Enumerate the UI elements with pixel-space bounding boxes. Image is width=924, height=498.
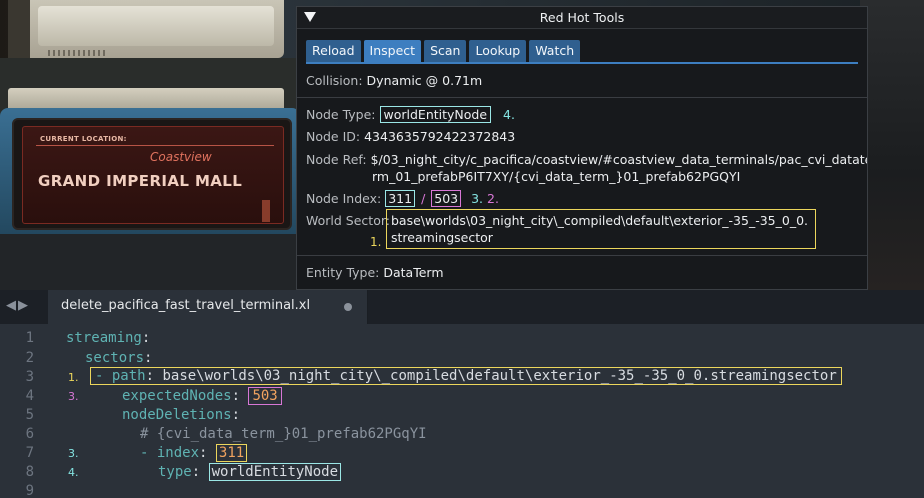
tab-underline: [306, 62, 858, 64]
red-hot-tools-window: Red Hot Tools Reload Inspect Scan Lookup…: [296, 6, 868, 290]
tab-nav-arrows-icon[interactable]: ◀▶: [6, 298, 30, 313]
window-title: Red Hot Tools: [539, 10, 625, 25]
annotation-4: 4.: [68, 466, 79, 479]
line-number: 6: [25, 426, 34, 442]
line-number: 3: [25, 369, 34, 385]
editor-tab-bar: ◀▶ delete_pacifica_fast_travel_terminal.…: [0, 290, 924, 324]
line-number: 7: [25, 445, 34, 461]
line-number: 2: [25, 350, 34, 366]
annotation-4: 4.: [503, 107, 515, 122]
editor-tab[interactable]: delete_pacifica_fast_travel_terminal.xl: [48, 290, 368, 324]
tab-inspect[interactable]: Inspect: [363, 40, 422, 62]
node-ref-line1[interactable]: $/03_night_city/c_pacifica/coastview/#co…: [371, 152, 867, 167]
annotation-2: 2.: [487, 191, 499, 206]
current-location-label: CURRENT LOCATION:: [40, 135, 127, 143]
node-id-row: Node ID: 4343635792422372843: [306, 129, 515, 144]
divider: [297, 97, 867, 98]
world-sector-line2: streamingsector: [391, 230, 493, 245]
node-type-value[interactable]: worldEntityNode: [379, 106, 492, 123]
code-line-7: - index: 311: [140, 444, 248, 462]
background-wall: [860, 0, 924, 290]
tab-reload[interactable]: Reload: [306, 40, 361, 62]
editor-tab-filename: delete_pacifica_fast_travel_terminal.xl: [61, 298, 311, 313]
window-titlebar[interactable]: Red Hot Tools: [297, 7, 867, 29]
code-line-3: - path: base\worlds\03_night_city\_compi…: [90, 367, 842, 385]
node-id-label: Node ID:: [306, 129, 361, 144]
tab-bar: Reload Inspect Scan Lookup Watch: [306, 40, 581, 62]
node-ref-line2[interactable]: rm_01_prefabP6IT7XY/{cvi_data_term_}01_p…: [372, 169, 740, 184]
collision-distance: 0.71m: [442, 73, 483, 88]
code-line-4: expectedNodes: 503: [122, 387, 282, 405]
line-number: 8: [25, 464, 34, 480]
node-type-code-value: worldEntityNode: [208, 463, 342, 481]
node-id-value[interactable]: 4343635792422372843: [364, 129, 515, 144]
node-ref-row-2: rm_01_prefabP6IT7XY/{cvi_data_term_}01_p…: [372, 169, 740, 184]
node-ref-label: Node Ref:: [306, 152, 367, 167]
annotation-3: 3.: [68, 447, 79, 460]
location-name: GRAND IMPERIAL MALL: [38, 172, 243, 190]
location-divider: [36, 145, 274, 146]
annotation-3: 3.: [68, 390, 79, 403]
entity-type-label: Entity Type:: [306, 265, 380, 280]
line-number: 9: [25, 483, 34, 498]
tab-watch[interactable]: Watch: [529, 40, 581, 62]
code-line-8: type: worldEntityNode: [158, 463, 342, 481]
node-type-row: Node Type: worldEntityNode 4.: [306, 106, 515, 123]
vent-grille: [48, 50, 108, 56]
world-sector-value[interactable]: base\worlds\03_night_city\_compiled\defa…: [386, 209, 816, 249]
node-type-label: Node Type:: [306, 107, 376, 122]
code-line-5: nodeDeletions:: [122, 407, 241, 423]
district-name: Coastview: [150, 150, 212, 164]
code-editor: ◀▶ delete_pacifica_fast_travel_terminal.…: [0, 290, 924, 498]
line-number: 4: [25, 388, 34, 404]
background-floor: [0, 230, 300, 290]
editor-text-area[interactable]: 1 2 3 4 5 6 7 8 9 streaming: sectors: 1.…: [0, 324, 924, 498]
node-index-value[interactable]: 311: [385, 190, 416, 207]
code-line-6: # {cvi_data_term_}01_prefab62PGqYI: [140, 426, 427, 442]
node-index-label: Node Index:: [306, 191, 382, 206]
code-line-1: streaming:: [66, 330, 151, 346]
annotation-1: 1.: [370, 235, 382, 249]
line-number: 5: [25, 407, 34, 423]
sector-path-value: base\worlds\03_night_city\_compiled\defa…: [162, 368, 837, 384]
world-sector-row: World Sector:: [306, 213, 390, 228]
annotation-3: 3.: [471, 191, 484, 206]
line-number: 1: [25, 330, 34, 346]
tab-lookup[interactable]: Lookup: [469, 40, 527, 62]
code-line-2: sectors:: [85, 350, 153, 366]
status-light: [262, 200, 270, 222]
collision-label: Collision:: [306, 73, 363, 88]
unsaved-dot-icon[interactable]: [344, 303, 352, 311]
tab-scan[interactable]: Scan: [424, 40, 467, 62]
node-count-value[interactable]: 503: [431, 190, 462, 207]
divider: [297, 255, 867, 256]
collision-value: Dynamic: [366, 73, 422, 88]
world-sector-line1: base\worlds\03_night_city\_compiled\defa…: [391, 213, 808, 228]
node-ref-row: Node Ref: $/03_night_city/c_pacifica/coa…: [306, 152, 867, 167]
node-index-row: Node Index: 311 / 503 3. 2.: [306, 190, 499, 207]
expected-nodes-value: 503: [248, 387, 282, 405]
index-slash: /: [421, 191, 426, 206]
collision-row: Collision: Dynamic @ 0.71m: [306, 73, 482, 88]
world-sector-label: World Sector:: [306, 213, 390, 228]
collision-at: @: [425, 73, 439, 88]
annotation-1: 1.: [68, 371, 79, 384]
entity-type-row: Entity Type: DataTerm: [306, 265, 444, 280]
node-index-code-value: 311: [215, 444, 248, 462]
entity-type-value[interactable]: DataTerm: [383, 265, 443, 280]
terminal-top: [8, 0, 284, 58]
